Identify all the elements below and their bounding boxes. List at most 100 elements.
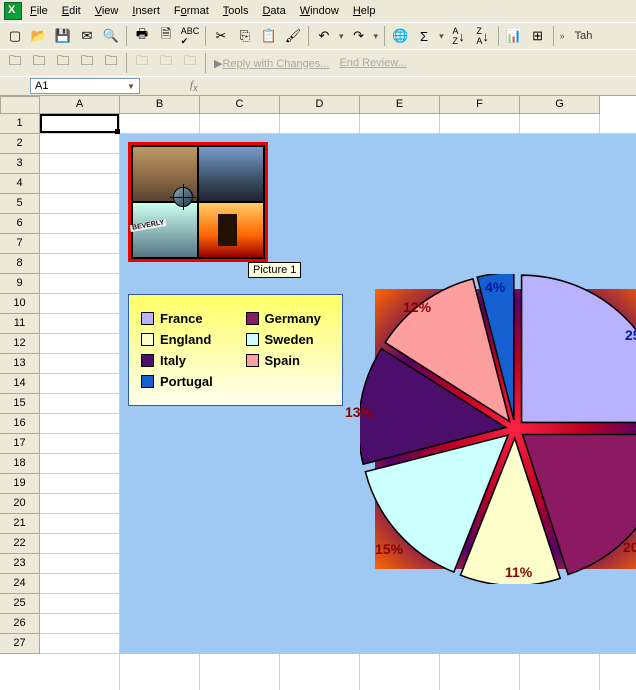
font-name-box[interactable]: Tah xyxy=(569,30,609,42)
row-header-14[interactable]: 14 xyxy=(0,374,40,394)
selected-cell[interactable] xyxy=(40,114,119,133)
menu-file[interactable]: File xyxy=(24,3,54,19)
review-icon-1[interactable]: 🗀 xyxy=(4,52,26,74)
row-header-23[interactable]: 23 xyxy=(0,554,40,574)
undo-dropdown-icon[interactable]: ▾ xyxy=(337,31,346,42)
separator xyxy=(308,26,309,46)
save-icon[interactable]: 💾 xyxy=(52,25,74,47)
worksheet-grid[interactable]: ABCDEFG 12345678910111213141516171819202… xyxy=(0,95,636,690)
fx-icon[interactable]: fx xyxy=(190,79,198,93)
autosum-dropdown-icon[interactable]: ▾ xyxy=(437,31,446,42)
row-header-6[interactable]: 6 xyxy=(0,214,40,234)
menu-data[interactable]: Data xyxy=(256,3,291,19)
select-all-corner[interactable] xyxy=(0,96,40,114)
menu-help[interactable]: Help xyxy=(347,3,382,19)
menu-tools[interactable]: Tools xyxy=(217,3,255,19)
paste-icon[interactable]: 📋 xyxy=(258,25,280,47)
cut-icon[interactable]: ✂ xyxy=(210,25,232,47)
row-header-4[interactable]: 4 xyxy=(0,174,40,194)
menu-edit[interactable]: Edit xyxy=(56,3,87,19)
col-header-F[interactable]: F xyxy=(440,96,520,114)
picture-1[interactable] xyxy=(128,142,268,262)
open-icon[interactable]: 📂 xyxy=(28,25,50,47)
row-header-22[interactable]: 22 xyxy=(0,534,40,554)
end-review-button[interactable]: End Review... xyxy=(335,57,410,69)
print-icon[interactable]: 🖶 xyxy=(131,25,153,47)
undo-icon[interactable]: ↶ xyxy=(313,25,335,47)
reply-changes-button[interactable]: ▶Reply with Changes... xyxy=(210,57,333,70)
standard-toolbar: ▢ 📂 💾 ✉ 🔍 🖶 🗎 ABC✔ ✂ ⎘ 📋 🖌 ↶ ▾ ↷ ▾ 🌐 Σ ▾… xyxy=(0,22,636,49)
menu-window[interactable]: Window xyxy=(294,3,345,19)
row-header-12[interactable]: 12 xyxy=(0,334,40,354)
menu-format[interactable]: Format xyxy=(168,3,215,19)
row-header-21[interactable]: 21 xyxy=(0,514,40,534)
review-icon-2[interactable]: 🗀 xyxy=(28,52,50,74)
sort-desc-icon[interactable]: ZA↓ xyxy=(472,25,494,47)
row-header-9[interactable]: 9 xyxy=(0,274,40,294)
review-icon-7[interactable]: 🗀 xyxy=(155,52,177,74)
pic-quadrant-2 xyxy=(199,147,263,201)
col-header-C[interactable]: C xyxy=(200,96,280,114)
menu-bar: FileEditViewInsertFormatToolsDataWindowH… xyxy=(0,0,636,22)
review-icon-6[interactable]: 🗀 xyxy=(131,52,153,74)
review-icon-5[interactable]: 🗀 xyxy=(100,52,122,74)
preview-icon[interactable]: 🗎 xyxy=(155,25,177,47)
review-icon-4[interactable]: 🗀 xyxy=(76,52,98,74)
col-header-B[interactable]: B xyxy=(120,96,200,114)
row-header-20[interactable]: 20 xyxy=(0,494,40,514)
row-header-27[interactable]: 27 xyxy=(0,634,40,654)
row-header-24[interactable]: 24 xyxy=(0,574,40,594)
crosshair-icon xyxy=(173,187,193,207)
col-header-G[interactable]: G xyxy=(520,96,600,114)
chart-legend: France Germany England Sweden Italy Spai… xyxy=(128,294,343,406)
legend-item-portugal: Portugal xyxy=(141,374,236,389)
row-header-10[interactable]: 10 xyxy=(0,294,40,314)
pie-label-spain: 12% xyxy=(403,299,431,315)
col-header-A[interactable]: A xyxy=(40,96,120,114)
redo-icon[interactable]: ↷ xyxy=(348,25,370,47)
pie-label-sweden: 15% xyxy=(375,541,403,557)
row-header-7[interactable]: 7 xyxy=(0,234,40,254)
row-header-16[interactable]: 16 xyxy=(0,414,40,434)
col-header-D[interactable]: D xyxy=(280,96,360,114)
name-box[interactable]: A1 ▼ xyxy=(30,78,140,94)
name-box-dropdown-icon[interactable]: ▼ xyxy=(127,82,135,91)
menu-insert[interactable]: Insert xyxy=(126,3,166,19)
row-header-19[interactable]: 19 xyxy=(0,474,40,494)
review-icon-8[interactable]: 🗀 xyxy=(179,52,201,74)
row-header-3[interactable]: 3 xyxy=(0,154,40,174)
row-header-8[interactable]: 8 xyxy=(0,254,40,274)
toolbar-overflow-icon[interactable]: » xyxy=(558,31,567,41)
row-header-1[interactable]: 1 xyxy=(0,114,40,134)
review-icon-3[interactable]: 🗀 xyxy=(52,52,74,74)
redo-dropdown-icon[interactable]: ▾ xyxy=(372,31,381,42)
chart-icon[interactable]: 📊 xyxy=(503,25,525,47)
menu-view[interactable]: View xyxy=(89,3,125,19)
row-header-18[interactable]: 18 xyxy=(0,454,40,474)
show-all-icon[interactable]: ⊞ xyxy=(527,25,549,47)
pie-slice-france xyxy=(522,275,636,422)
autosum-icon[interactable]: Σ xyxy=(413,25,435,47)
copy-icon[interactable]: ⎘ xyxy=(234,25,256,47)
pie-chart-area[interactable]: 25%20%11%15%13%12%4% xyxy=(375,289,636,569)
row-header-15[interactable]: 15 xyxy=(0,394,40,414)
col-header-E[interactable]: E xyxy=(360,96,440,114)
row-header-25[interactable]: 25 xyxy=(0,594,40,614)
row-header-5[interactable]: 5 xyxy=(0,194,40,214)
row-header-26[interactable]: 26 xyxy=(0,614,40,634)
separator xyxy=(498,26,499,46)
hyperlink-icon[interactable]: 🌐 xyxy=(389,25,411,47)
spelling-icon[interactable]: ABC✔ xyxy=(179,25,201,47)
sort-asc-icon[interactable]: AZ↓ xyxy=(448,25,470,47)
legend-item-france: France xyxy=(141,311,226,326)
mail-icon[interactable]: ✉ xyxy=(76,25,98,47)
row-header-2[interactable]: 2 xyxy=(0,134,40,154)
name-box-value: A1 xyxy=(35,80,48,92)
search-icon[interactable]: 🔍 xyxy=(100,25,122,47)
row-header-17[interactable]: 17 xyxy=(0,434,40,454)
row-header-13[interactable]: 13 xyxy=(0,354,40,374)
legend-item-germany: Germany xyxy=(246,311,331,326)
format-painter-icon[interactable]: 🖌 xyxy=(282,25,304,47)
new-icon[interactable]: ▢ xyxy=(4,25,26,47)
row-header-11[interactable]: 11 xyxy=(0,314,40,334)
